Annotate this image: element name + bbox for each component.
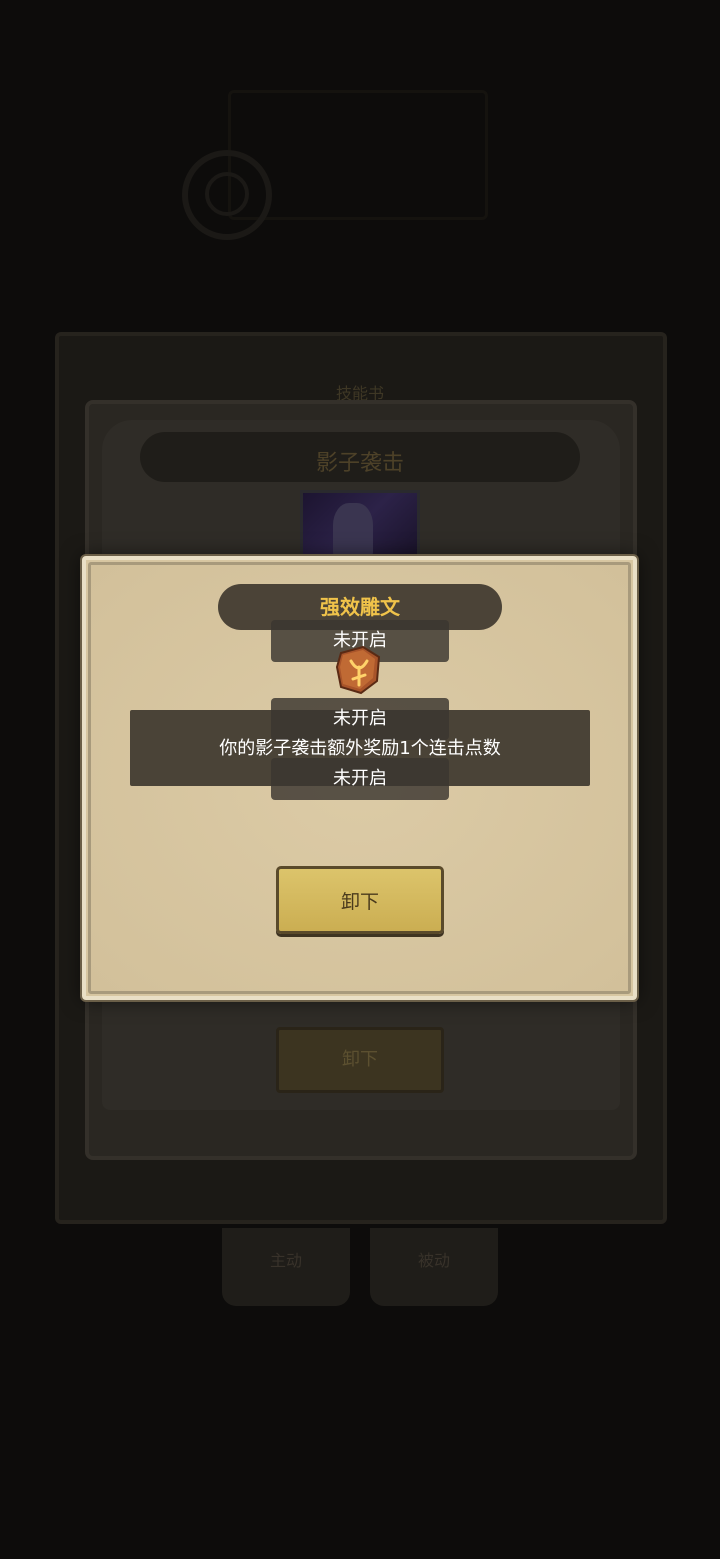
tab-active: 主动 bbox=[222, 1228, 350, 1306]
unequip-button[interactable]: 卸下 bbox=[276, 866, 444, 934]
rune-glyph-icon bbox=[335, 645, 381, 695]
background-ring-inner-icon bbox=[205, 172, 249, 216]
tab-passive: 被动 bbox=[370, 1228, 498, 1306]
background-unequip-button: 卸下 bbox=[276, 1027, 444, 1093]
shadow-strike-icon bbox=[300, 490, 420, 560]
not-unlocked-tooltip: 未开启 bbox=[271, 758, 449, 800]
skill-name: 影子袭击 bbox=[315, 451, 404, 476]
glyph-description: 你的影子袭击额外奖励1个连击点数 bbox=[219, 738, 501, 759]
